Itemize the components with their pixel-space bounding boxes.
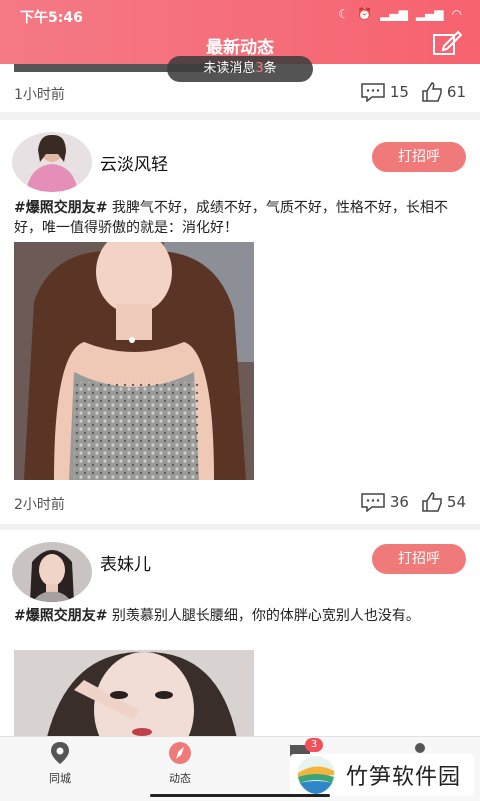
- greet-button[interactable]: 打招呼: [372, 544, 466, 574]
- watermark-logo: [297, 756, 335, 794]
- comment-icon: [361, 493, 385, 512]
- unread-prefix: 未读消息: [203, 61, 256, 76]
- post-stats: 36 54: [360, 492, 466, 512]
- signal-icon-2: ▂▄▆: [415, 7, 444, 21]
- avatar[interactable]: [12, 542, 92, 602]
- home-indicator[interactable]: [150, 794, 330, 797]
- like-button[interactable]: 61: [421, 82, 466, 102]
- comment-button[interactable]: 36: [360, 492, 409, 512]
- comment-button[interactable]: 15: [360, 82, 409, 102]
- unread-count: 3: [255, 61, 264, 76]
- app-header: 下午5:46 ☾ ⏰ ▂▄▆ ▂▄▆ ◠ 最新动态: [0, 0, 480, 64]
- post-card: 云淡风轻 打招呼 #爆照交朋友# 我脾气不好，成绩不好，气质不好，性格不好，长相…: [0, 120, 480, 524]
- like-button[interactable]: 54: [421, 492, 466, 512]
- status-bar: 下午5:46 ☾ ⏰ ▂▄▆ ▂▄▆ ◠: [0, 0, 480, 32]
- post-tag[interactable]: #爆照交朋友#: [14, 608, 107, 624]
- status-time: 下午5:46: [20, 10, 83, 26]
- message-badge: 3: [305, 738, 323, 752]
- status-icons: ☾ ⏰ ▂▄▆ ▂▄▆ ◠: [338, 7, 462, 21]
- post-time: 2小时前: [14, 497, 65, 513]
- like-count: 61: [446, 83, 466, 101]
- post-tag[interactable]: #爆照交朋友#: [14, 200, 107, 216]
- compass-icon: [169, 742, 191, 764]
- watermark: 竹笋软件园: [290, 754, 474, 796]
- location-pin-icon: [51, 742, 69, 764]
- page-title: 最新动态: [206, 38, 274, 58]
- wifi-icon: ◠: [451, 7, 462, 21]
- signal-icon: ▂▄▆: [380, 7, 408, 21]
- post-time: 1小时前: [14, 87, 65, 103]
- comment-icon: [361, 83, 385, 102]
- moon-icon: ☾: [338, 7, 350, 21]
- unread-suffix: 条: [263, 61, 277, 76]
- post-photo[interactable]: [14, 242, 254, 480]
- user-name[interactable]: 云淡风轻: [100, 150, 168, 175]
- tab-moments[interactable]: 动态: [140, 741, 220, 786]
- thumbs-up-icon: [422, 492, 442, 512]
- post-body: 别羡慕别人腿长腰细，你的体胖心宽别人也没有。: [107, 608, 420, 624]
- unread-messages-toast[interactable]: 未读消息3条: [167, 56, 313, 82]
- thumbs-up-icon: [422, 82, 442, 102]
- user-name[interactable]: 表妹儿: [100, 550, 151, 575]
- edit-icon[interactable]: [432, 30, 462, 56]
- avatar[interactable]: [12, 132, 92, 192]
- alarm-icon: ⏰: [357, 7, 373, 21]
- tab-label: 同城: [49, 772, 71, 785]
- comment-count: 15: [389, 83, 409, 101]
- like-count: 54: [446, 493, 466, 511]
- post-stats: 15 61: [360, 82, 466, 102]
- post-text: #爆照交朋友# 别羡慕别人腿长腰细，你的体胖心宽别人也没有。: [14, 606, 470, 626]
- greet-button[interactable]: 打招呼: [372, 142, 466, 172]
- post-text: #爆照交朋友# 我脾气不好，成绩不好，气质不好，性格不好，长相不好，唯一值得骄傲…: [14, 198, 470, 238]
- post-photo[interactable]: [14, 650, 254, 736]
- tab-nearby[interactable]: 同城: [20, 741, 100, 786]
- tab-label: 动态: [169, 772, 191, 785]
- watermark-text: 竹笋软件园: [346, 765, 462, 790]
- post-card: 表妹儿 打招呼 #爆照交朋友# 别羡慕别人腿长腰细，你的体胖心宽别人也没有。: [0, 530, 480, 736]
- feed[interactable]: 1小时前 15 61 云淡风轻 打招呼 #爆照交朋友# 我脾气不好，成绩不好，气…: [0, 64, 480, 736]
- comment-count: 36: [389, 493, 409, 511]
